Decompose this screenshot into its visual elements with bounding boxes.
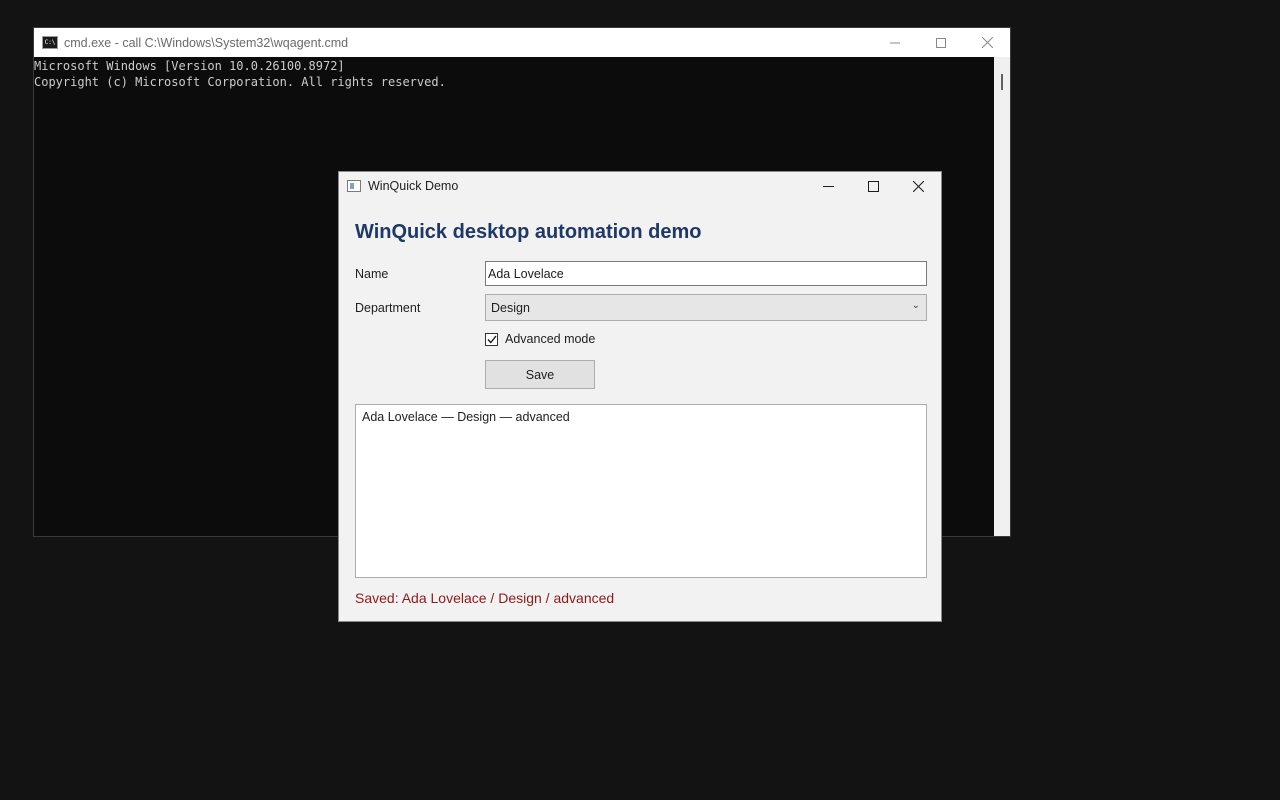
maximize-icon [936, 37, 946, 48]
advanced-mode-checkbox[interactable] [485, 332, 498, 346]
maximize-icon [868, 180, 879, 192]
name-input[interactable] [485, 261, 927, 286]
save-button[interactable]: Save [485, 360, 595, 389]
minimize-icon [823, 185, 834, 187]
name-label: Name [355, 267, 389, 281]
console-scroll-thumb[interactable] [1001, 74, 1003, 90]
department-select[interactable]: Design ⌄ [485, 294, 927, 321]
console-caption-buttons [872, 28, 1010, 57]
winquick-title-bar[interactable]: WinQuick Demo [339, 172, 941, 200]
window-app-icon [347, 180, 361, 192]
console-line: Copyright (c) Microsoft Corporation. All… [34, 75, 446, 89]
output-text-area[interactable]: Ada Lovelace — Design — advanced [355, 404, 927, 578]
output-text: Ada Lovelace — Design — advanced [362, 410, 570, 424]
console-scrollbar[interactable] [994, 57, 1010, 536]
winquick-title: WinQuick Demo [368, 179, 459, 193]
console-minimize-button[interactable] [872, 28, 918, 57]
winquick-maximize-button[interactable] [851, 172, 896, 200]
status-message: Saved: Ada Lovelace / Design / advanced [355, 590, 615, 606]
console-maximize-button[interactable] [918, 28, 964, 57]
desktop: C:\ cmd.exe - call C:\Windows\System32\w… [0, 0, 1280, 800]
console-app-icon: C:\ [42, 36, 58, 49]
console-title-bar[interactable]: C:\ cmd.exe - call C:\Windows\System32\w… [34, 28, 1010, 57]
console-title: cmd.exe - call C:\Windows\System32\wqage… [64, 35, 349, 50]
console-close-button[interactable] [964, 28, 1010, 57]
minimize-icon [890, 42, 900, 43]
console-line: Microsoft Windows [Version 10.0.26100.89… [34, 59, 345, 73]
close-icon [981, 37, 993, 48]
winquick-close-button[interactable] [896, 172, 941, 200]
department-selected-value: Design [491, 300, 530, 315]
checkmark-icon [487, 335, 497, 343]
department-label: Department [355, 301, 421, 315]
page-title: WinQuick desktop automation demo [355, 221, 702, 243]
chevron-down-icon: ⌄ [911, 300, 920, 311]
advanced-mode-row[interactable]: Advanced mode [485, 332, 595, 346]
advanced-mode-label[interactable]: Advanced mode [505, 332, 595, 346]
close-icon [913, 180, 924, 192]
winquick-caption-buttons [806, 172, 941, 200]
winquick-minimize-button[interactable] [806, 172, 851, 200]
winquick-window: WinQuick Demo WinQuick desktop automatio… [338, 171, 942, 622]
